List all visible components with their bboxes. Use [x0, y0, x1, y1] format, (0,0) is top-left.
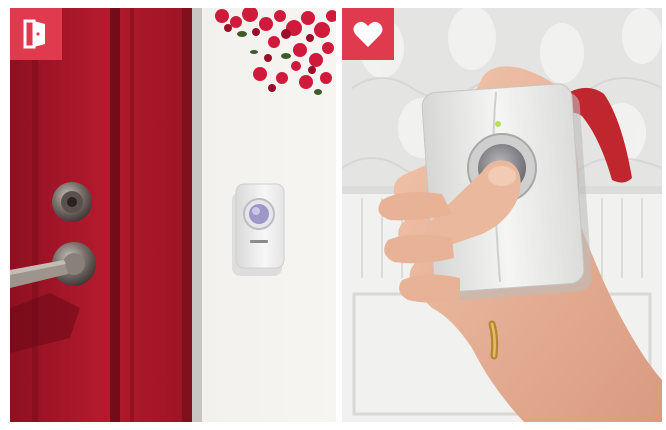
heart-badge — [342, 8, 394, 60]
gold-ring — [488, 320, 499, 360]
door-icon — [23, 19, 45, 49]
door-edge — [182, 8, 192, 422]
door-groove — [130, 8, 134, 422]
wall-doorbell — [232, 183, 285, 276]
door-groove — [32, 8, 38, 422]
deadbolt-lock — [52, 182, 92, 222]
door-photo-panel — [10, 8, 336, 422]
hand-scene — [342, 8, 662, 422]
heart-icon — [353, 21, 383, 47]
hand-photo-panel — [342, 8, 662, 422]
door-badge — [10, 8, 62, 60]
door-groove — [110, 8, 120, 422]
door-scene — [10, 8, 336, 422]
